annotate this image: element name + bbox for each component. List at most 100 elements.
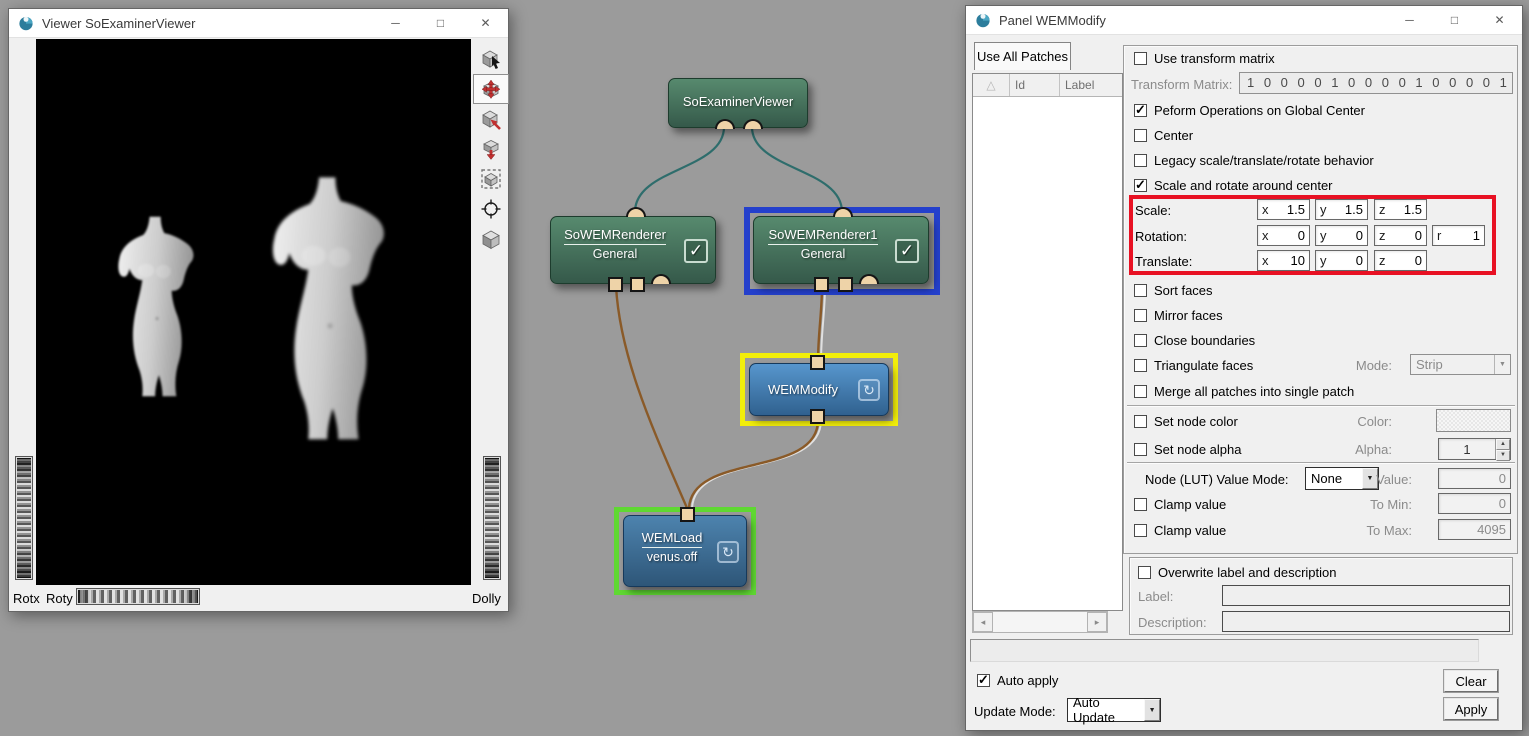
chevron-down-icon: ▼ [1494,355,1510,374]
translate-z-field[interactable]: z0 [1374,250,1427,271]
rotx-thumbwheel[interactable] [15,456,33,580]
mirror-faces-label: Mirror faces [1154,308,1223,323]
scale-rotate-center-row[interactable]: Scale and rotate around center [1134,178,1333,193]
seek-button[interactable] [473,104,509,134]
scale-rotate-center-checkbox[interactable] [1134,179,1147,192]
edge-load-renderer[interactable] [616,286,687,508]
edge-viewer-renderer1[interactable] [752,127,842,212]
patches-table[interactable]: △ Id Label [972,73,1123,611]
auto-apply-row[interactable]: Auto apply [977,673,1058,688]
input-connector[interactable] [630,277,645,292]
use-transform-matrix-checkbox[interactable] [1134,52,1147,65]
rotation-y-field[interactable]: y0 [1315,225,1368,246]
overwrite-checkbox[interactable] [1138,566,1151,579]
triangulate-faces-row[interactable]: Triangulate faces [1134,358,1253,373]
close-button[interactable]: ✕ [463,9,508,37]
output-connector[interactable] [810,409,825,424]
rotation-angle-field[interactable]: r1 [1432,225,1485,246]
input-connector[interactable] [651,274,671,284]
auto-apply-checkbox[interactable] [977,674,990,687]
triangulate-faces-checkbox[interactable] [1134,359,1147,372]
output-connector[interactable] [680,507,695,522]
sort-column-header[interactable]: △ [973,74,1010,96]
rotation-x-field[interactable]: x0 [1257,225,1310,246]
node-soexaminerviewer[interactable]: SoExaminerViewer [668,78,808,128]
close-boundaries-checkbox[interactable] [1134,334,1147,347]
minimize-button[interactable]: ─ [1387,6,1432,34]
set-node-color-checkbox[interactable] [1134,415,1147,428]
apply-button[interactable]: Apply [1444,698,1498,720]
viewer-titlebar[interactable]: Viewer SoExaminerViewer ─ □ ✕ [9,9,508,38]
perspective-button[interactable] [473,224,509,254]
panel-titlebar[interactable]: Panel WEMModify ─ □ ✕ [966,6,1522,35]
node-sowemrenderer1[interactable]: SoWEMRenderer1 General ✓ [753,216,929,284]
translate-x-field[interactable]: x10 [1257,250,1310,271]
clamp-min-checkbox[interactable] [1134,498,1147,511]
node-enable-checkbox[interactable]: ✓ [684,239,708,263]
minimize-button[interactable]: ─ [373,9,418,37]
mirror-faces-row[interactable]: Mirror faces [1134,308,1223,323]
scroll-right-icon[interactable]: ▸ [1087,612,1107,632]
center-checkbox[interactable] [1134,129,1147,142]
legacy-row[interactable]: Legacy scale/translate/rotate behavior [1134,153,1374,168]
set-node-color-row[interactable]: Set node color [1134,414,1238,429]
overwrite-row[interactable]: Overwrite label and description [1138,565,1336,580]
node-wemmodify[interactable]: WEMModify ↻ [749,363,889,416]
scale-z-field[interactable]: z1.5 [1374,199,1427,220]
input-connector[interactable] [859,274,879,284]
update-mode-dropdown[interactable]: Auto Update ▼ [1067,698,1161,722]
translate-y-field[interactable]: y0 [1315,250,1368,271]
clamp-min-row[interactable]: Clamp value [1134,497,1226,512]
edge-load-modify[interactable] [689,420,818,508]
dolly-thumbwheel[interactable] [483,456,501,580]
scroll-left-icon[interactable]: ◂ [973,612,993,632]
sort-faces-row[interactable]: Sort faces [1134,283,1213,298]
tab-use-all-patches[interactable]: Use All Patches [974,42,1071,70]
perform-operations-checkbox[interactable] [1134,104,1147,117]
clamp-max-checkbox[interactable] [1134,524,1147,537]
sort-faces-checkbox[interactable] [1134,284,1147,297]
mirror-faces-checkbox[interactable] [1134,309,1147,322]
output-connector[interactable] [743,119,763,129]
clamp-max-row[interactable]: Clamp value [1134,523,1226,538]
view-down-icon [480,138,502,160]
reload-icon[interactable]: ↻ [858,379,880,401]
legacy-checkbox[interactable] [1134,154,1147,167]
perform-operations-row[interactable]: Peform Operations on Global Center [1134,103,1365,118]
viewer-3d-canvas[interactable] [36,39,471,585]
to-min-label: To Min: [1354,497,1412,512]
use-transform-matrix-row[interactable]: Use transform matrix [1134,51,1275,66]
set-center-button[interactable] [473,194,509,224]
node-enable-checkbox[interactable]: ✓ [895,239,919,263]
merge-patches-checkbox[interactable] [1134,385,1147,398]
maximize-button[interactable]: □ [1432,6,1477,34]
clear-button[interactable]: Clear [1444,670,1498,692]
edge-viewer-renderer[interactable] [635,127,724,212]
id-column-header[interactable]: Id [1010,74,1060,96]
set-node-alpha-checkbox[interactable] [1134,443,1147,456]
maximize-button[interactable]: □ [418,9,463,37]
merge-patches-row[interactable]: Merge all patches into single patch [1134,384,1354,399]
roty-thumbwheel[interactable] [76,588,200,605]
close-boundaries-row[interactable]: Close boundaries [1134,333,1255,348]
reload-icon[interactable]: ↻ [717,541,739,563]
output-connector[interactable] [715,119,735,129]
close-button[interactable]: ✕ [1477,6,1522,34]
input-connector[interactable] [810,355,825,370]
set-node-alpha-row[interactable]: Set node alpha [1134,442,1241,457]
input-connector[interactable] [814,277,829,292]
input-connector[interactable] [608,277,623,292]
pick-mode-button[interactable] [473,44,509,74]
rotate-view-button[interactable] [473,74,509,104]
input-connector[interactable] [838,277,853,292]
scale-y-field[interactable]: y1.5 [1315,199,1368,220]
node-wemload[interactable]: WEMLoad venus.off ↻ [623,515,747,587]
view-down-button[interactable] [473,134,509,164]
table-horizontal-scrollbar[interactable]: ◂ ▸ [972,611,1108,633]
label-column-header[interactable]: Label [1060,74,1122,96]
center-row[interactable]: Center [1134,128,1193,143]
view-all-button[interactable] [473,164,509,194]
scale-x-field[interactable]: x1.5 [1257,199,1310,220]
node-sowemrenderer[interactable]: SoWEMRenderer General ✓ [550,216,716,284]
rotation-z-field[interactable]: z0 [1374,225,1427,246]
